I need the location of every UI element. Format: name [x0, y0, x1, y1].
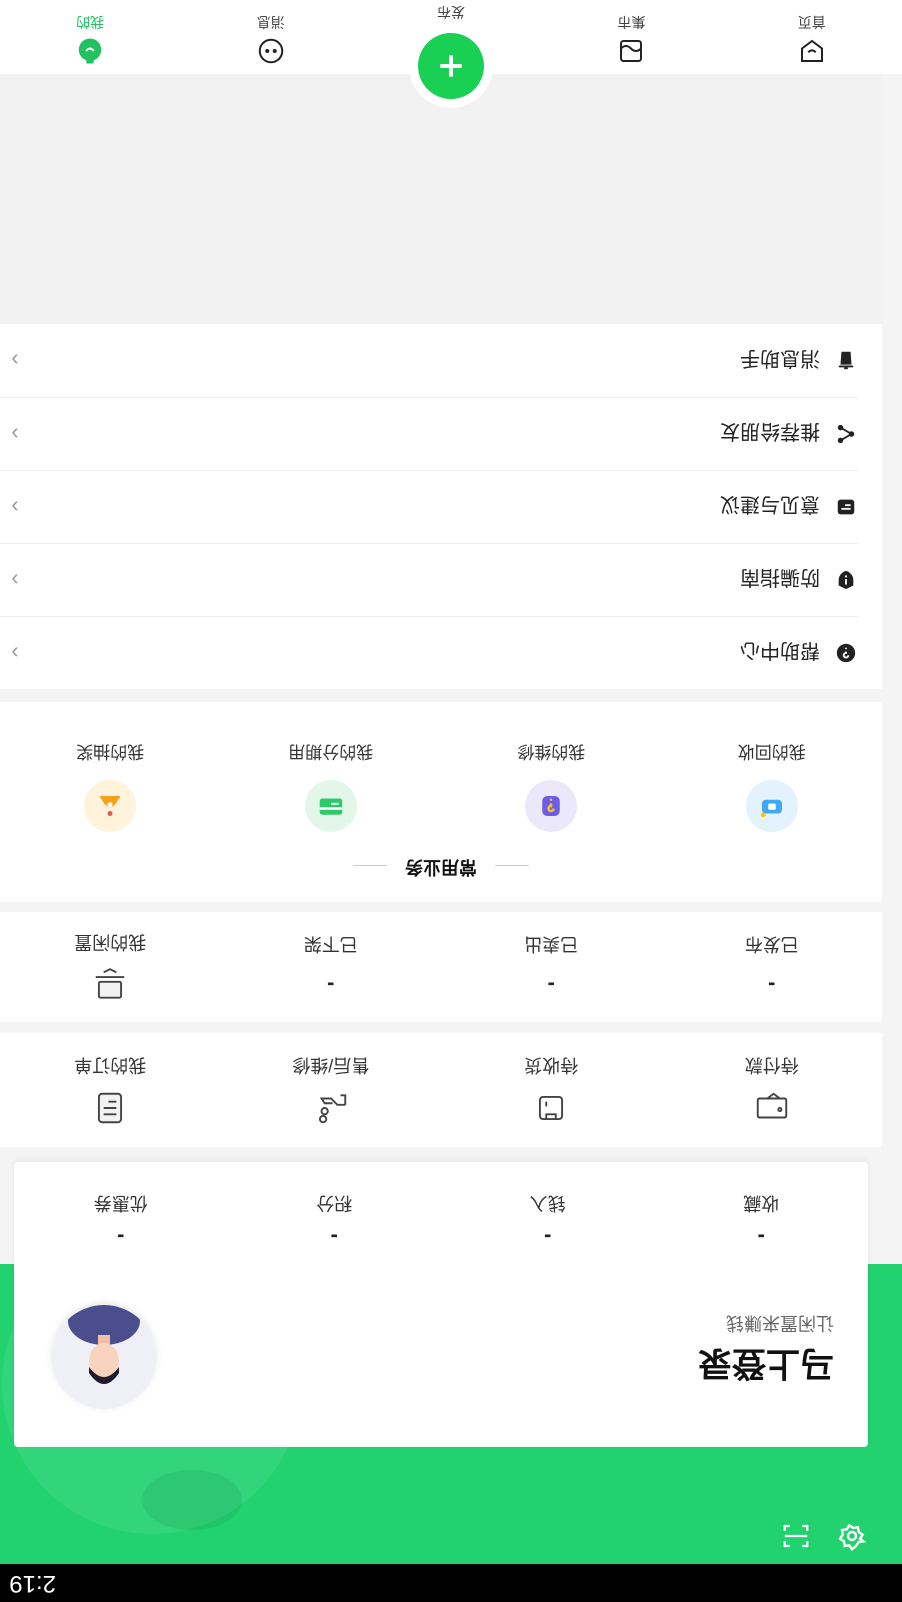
- menu-recommend[interactable]: 推荐给朋友 ›: [0, 397, 858, 470]
- tab-market[interactable]: 集市: [541, 0, 721, 74]
- settings-icon[interactable]: [832, 1516, 872, 1556]
- repair-icon: [525, 780, 578, 832]
- listings-section: - 已发布 - 已卖出 - 已下架 我的闲置: [0, 912, 882, 1022]
- biz-lottery[interactable]: 我的抽奖: [0, 712, 221, 832]
- box-icon: [539, 1095, 564, 1121]
- tab-messages[interactable]: 消息: [180, 0, 360, 74]
- feedback-icon: [834, 495, 858, 519]
- orders-section: 待付款 待收货 售后/维修 我的订单: [0, 1033, 882, 1147]
- business-section: 常用业务 我的回收 我的维修 我的分期用 我的抽奖: [0, 702, 882, 902]
- menu-list: 帮助中心 › 防骗指南 › 意见与建议 › 推荐给朋友 › 消息助手 ›: [0, 324, 882, 689]
- market-icon: [620, 40, 643, 62]
- menu-message-assistant[interactable]: 消息助手 ›: [0, 324, 858, 397]
- scan-icon[interactable]: [776, 1516, 816, 1556]
- home-icon: [800, 39, 823, 62]
- menu-feedback[interactable]: 意见与建议 ›: [0, 470, 858, 543]
- profile-stats: - 收藏 - 钱入 - 积分 - 优惠券: [14, 1177, 868, 1257]
- menu-anti-fraud[interactable]: 防骗指南 ›: [0, 543, 858, 616]
- login-subtitle: 让闲置来赚钱: [726, 1313, 834, 1333]
- shield-icon: [834, 568, 858, 592]
- profile-card: 马上登录 让闲置来赚钱 - 收藏 - 钱入 - 积分 - 优惠券: [14, 1162, 868, 1447]
- login-title[interactable]: 马上登录: [698, 1342, 834, 1391]
- order-pending-receipt[interactable]: 待收货: [441, 1033, 662, 1147]
- biz-installment[interactable]: 我的分期用: [221, 712, 442, 832]
- recycle-icon: [745, 780, 798, 832]
- stat-coupons[interactable]: - 优惠券: [14, 1177, 228, 1257]
- chevron-right-icon: ›: [11, 495, 19, 520]
- tab-home[interactable]: 首页: [722, 0, 902, 74]
- stat-points[interactable]: - 积分: [228, 1177, 442, 1257]
- chevron-right-icon: ›: [11, 348, 19, 374]
- card-icon: [304, 780, 357, 832]
- status-time: 2:19: [9, 1570, 56, 1597]
- laptop-icon: [96, 968, 125, 999]
- plus-icon: [417, 33, 484, 99]
- bottom-tabbar: 首页 集市 发布 消息 我的: [0, 0, 902, 108]
- tab-profile[interactable]: 我的: [0, 0, 180, 74]
- trash-icon: [834, 349, 858, 373]
- profile-page: 2:19 马上登录 让闲置来赚钱 - 收藏 - 钱入 - 积分 - 优惠券 待付…: [0, 0, 902, 1602]
- service-icon: [318, 1094, 346, 1124]
- menu-help-center[interactable]: 帮助中心 ›: [0, 616, 858, 689]
- order-pending-payment[interactable]: 待付款: [662, 1033, 883, 1147]
- profile-icon: [78, 38, 102, 64]
- stat-favorites[interactable]: - 收藏: [655, 1177, 869, 1257]
- stat-earned[interactable]: - 钱入: [441, 1177, 655, 1257]
- share-icon: [834, 422, 858, 446]
- empty-area: [0, 72, 882, 324]
- document-icon: [98, 1092, 123, 1124]
- wallet-icon: [756, 1092, 787, 1119]
- my-orders[interactable]: 我的订单: [0, 1033, 221, 1147]
- chevron-right-icon: ›: [11, 641, 19, 666]
- my-idle-items[interactable]: 我的闲置: [0, 912, 221, 1022]
- avatar[interactable]: [52, 1305, 156, 1409]
- lottery-icon: [84, 780, 137, 832]
- chevron-right-icon: ›: [11, 422, 19, 447]
- message-icon: [258, 38, 283, 64]
- biz-recycle[interactable]: 我的回收: [662, 712, 883, 832]
- help-icon: [834, 641, 858, 665]
- chevron-right-icon: ›: [11, 568, 19, 593]
- listing-removed[interactable]: - 已下架: [221, 912, 442, 1022]
- order-after-sales[interactable]: 售后/维修: [221, 1033, 442, 1147]
- listing-published[interactable]: - 已发布: [662, 912, 883, 1022]
- listing-sold[interactable]: - 已卖出: [441, 912, 662, 1022]
- tab-publish[interactable]: 发布: [361, 0, 541, 108]
- business-title: 常用业务: [0, 832, 882, 902]
- status-bar: 2:19: [0, 1564, 902, 1602]
- biz-repair[interactable]: 我的维修: [441, 712, 662, 832]
